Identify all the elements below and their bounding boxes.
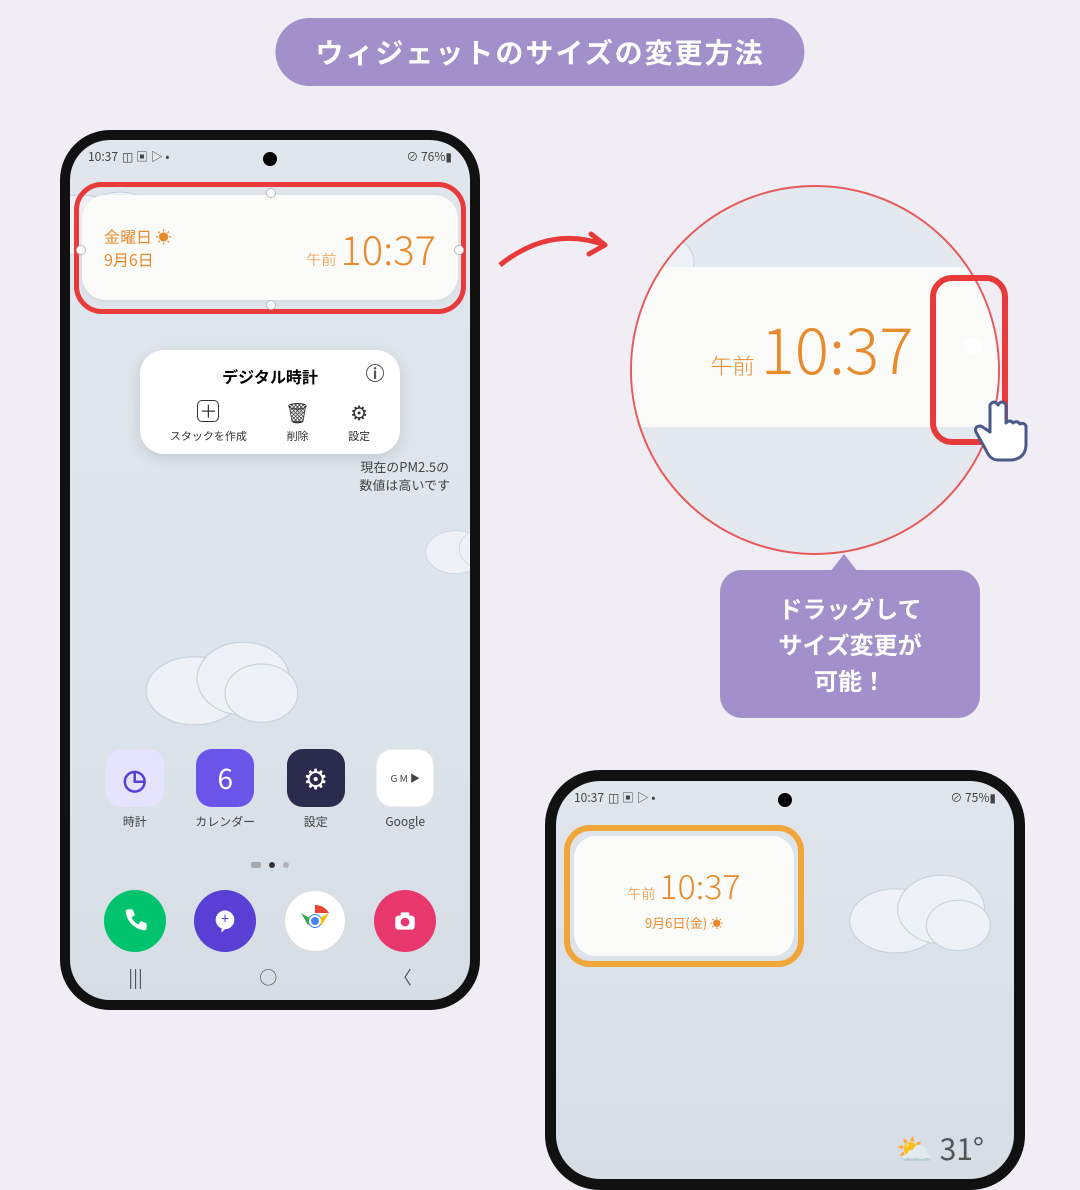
weather-icon: ⛅ bbox=[896, 1125, 933, 1169]
resize-handle-left[interactable] bbox=[76, 245, 86, 255]
phone-right-screen: 10:37 ◫ ▣ ▷ • ⊘ 75%▮ 午前 10:37 9月6日(金) ☀ … bbox=[556, 781, 1014, 1179]
plus-icon: ＋ bbox=[197, 400, 219, 422]
arrow-icon bbox=[495, 220, 625, 280]
clock-icon: ◷ bbox=[106, 749, 164, 807]
status-icons-right: ⊘ 76%▮ bbox=[406, 148, 452, 165]
action-settings[interactable]: ⚙ 設定 bbox=[348, 400, 370, 444]
cloud-icon bbox=[140, 620, 310, 730]
status-icons-left: ◫ ▣ ▷ • bbox=[608, 789, 655, 806]
app-label: Google bbox=[385, 813, 425, 830]
widget-ampm: 午前 bbox=[711, 349, 755, 381]
google-icon: G M ▶ bbox=[376, 749, 434, 807]
pm25-text: 現在のPM2.5の 数値は高いです bbox=[359, 458, 450, 494]
camera-icon[interactable] bbox=[374, 890, 436, 952]
resize-handle-right[interactable] bbox=[454, 245, 464, 255]
popup-title: デジタル時計 bbox=[222, 364, 318, 388]
camera-hole bbox=[263, 152, 277, 166]
app-row: ◷ 時計 6 カレンダー ⚙ 設定 G M ▶ Google bbox=[90, 749, 450, 830]
weather-temp: 31° bbox=[940, 1125, 984, 1169]
tooltip-bubble: ドラッグして サイズ変更が 可能！ bbox=[720, 570, 980, 718]
chat-icon[interactable]: + bbox=[194, 890, 256, 952]
widget-time: 10:37 bbox=[761, 301, 914, 393]
action-label: スタックを作成 bbox=[170, 428, 247, 444]
nav-bar: ||| ○ 〈 bbox=[70, 964, 470, 990]
highlight-box-orange bbox=[564, 825, 804, 967]
gear-icon: ⚙ bbox=[287, 749, 345, 807]
trash-icon: 🗑 bbox=[286, 400, 308, 422]
phone-left: 10:37 ◫ ▣ ▷ • ⊘ 76%▮ 金曜日 ☀ 9月6日 午前 10:37 bbox=[60, 130, 480, 1010]
app-clock[interactable]: ◷ 時計 bbox=[106, 749, 164, 830]
cloud-icon bbox=[844, 851, 1004, 961]
phone-icon[interactable] bbox=[104, 890, 166, 952]
home-indicator-icon bbox=[251, 862, 261, 868]
svg-text:+: + bbox=[221, 908, 229, 928]
nav-back-icon[interactable]: 〈 bbox=[394, 964, 412, 990]
page-title: ウィジェットのサイズの変更方法 bbox=[275, 18, 804, 86]
dot-icon bbox=[269, 862, 275, 868]
status-icons-right: ⊘ 75%▮ bbox=[950, 789, 996, 806]
app-google[interactable]: G M ▶ Google bbox=[376, 749, 434, 830]
app-calendar[interactable]: 6 カレンダー bbox=[195, 749, 255, 830]
app-label: カレンダー bbox=[195, 813, 255, 830]
resize-handle-bottom[interactable] bbox=[266, 300, 276, 310]
phone-right: 10:37 ◫ ▣ ▷ • ⊘ 75%▮ 午前 10:37 9月6日(金) ☀ … bbox=[545, 770, 1025, 1190]
action-label: 削除 bbox=[286, 428, 308, 444]
nav-recents-icon[interactable]: ||| bbox=[128, 964, 143, 990]
highlight-box-red bbox=[74, 182, 466, 314]
app-settings[interactable]: ⚙ 設定 bbox=[287, 749, 345, 830]
widget-context-menu: デジタル時計 i ＋ スタックを作成 🗑 削除 ⚙ 設定 bbox=[140, 350, 400, 454]
nav-home-icon[interactable]: ○ bbox=[259, 964, 277, 990]
hand-pointer-icon bbox=[970, 395, 1040, 465]
status-time: 10:37 bbox=[574, 789, 604, 806]
chrome-icon[interactable] bbox=[284, 890, 346, 952]
app-label: 設定 bbox=[304, 813, 328, 830]
dot-icon bbox=[283, 862, 289, 868]
gear-icon: ⚙ bbox=[348, 400, 370, 422]
action-label: 設定 bbox=[348, 428, 370, 444]
info-icon[interactable]: i bbox=[366, 364, 384, 382]
status-icons-left: ◫ ▣ ▷ • bbox=[122, 148, 169, 165]
cloud-icon bbox=[420, 500, 470, 590]
resize-handle-top[interactable] bbox=[266, 188, 276, 198]
page-indicator[interactable] bbox=[251, 862, 289, 868]
weather-widget[interactable]: ⛅ 31° bbox=[896, 1125, 984, 1169]
phone-left-screen: 10:37 ◫ ▣ ▷ • ⊘ 76%▮ 金曜日 ☀ 9月6日 午前 10:37 bbox=[70, 140, 470, 1000]
calendar-icon: 6 bbox=[196, 749, 254, 807]
action-create-stack[interactable]: ＋ スタックを作成 bbox=[170, 400, 247, 444]
app-label: 時計 bbox=[123, 813, 147, 830]
camera-hole bbox=[778, 793, 792, 807]
action-delete[interactable]: 🗑 削除 bbox=[286, 400, 308, 444]
status-time: 10:37 bbox=[88, 148, 118, 165]
dock: + bbox=[90, 890, 450, 952]
